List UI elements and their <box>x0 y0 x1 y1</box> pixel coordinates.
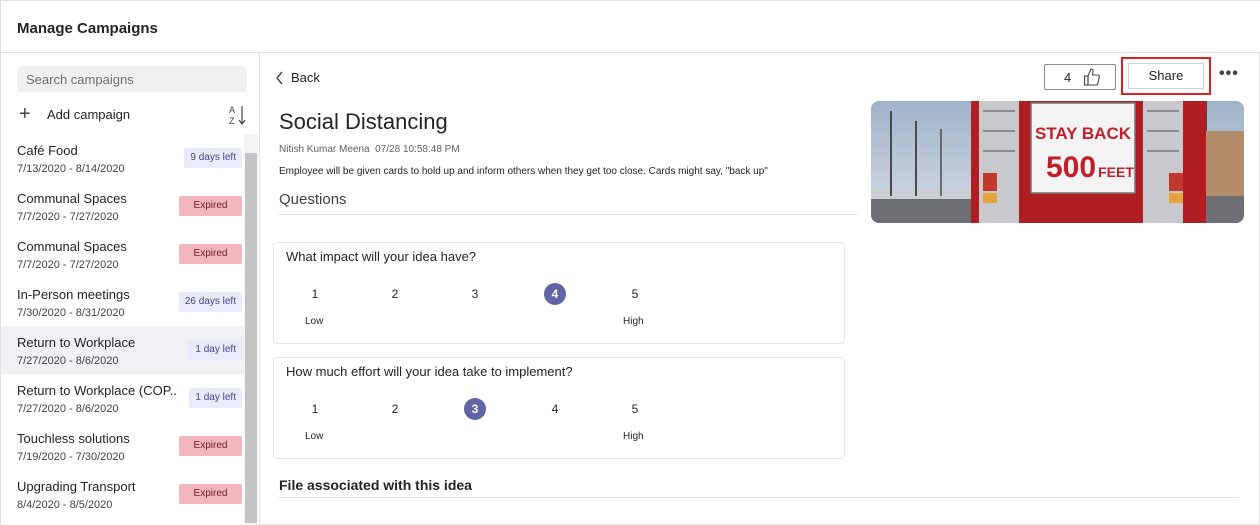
plus-icon: + <box>19 103 31 125</box>
idea-image: STAY BACK 500 FEET <box>871 101 1244 223</box>
status-badge: 26 days left <box>178 292 242 312</box>
divider <box>279 214 857 215</box>
divider <box>279 497 1239 498</box>
campaign-dates: 7/7/2020 - 7/27/2020 <box>17 211 119 223</box>
campaign-list-item[interactable]: Return to Workplace (COP... 7/27/2020 - 8… <box>1 374 244 422</box>
campaign-name: Communal Spaces <box>17 191 127 206</box>
campaign-list-item[interactable]: In-Person meetings 7/30/2020 - 8/31/2020 2… <box>1 278 244 326</box>
questions-header: Questions <box>279 191 347 208</box>
title-bar: Manage Campaigns <box>1 1 1260 53</box>
idea-title: Social Distancing <box>279 109 448 134</box>
add-campaign-label: Add campaign <box>47 107 131 122</box>
campaign-dates: 8/4/2020 - 8/5/2020 <box>17 499 113 511</box>
campaign-list-item[interactable]: Upgrading Transport 8/4/2020 - 8/5/2020 Ex… <box>1 470 244 518</box>
question-card: How much effort will your idea take to i… <box>273 357 845 459</box>
campaign-name: Upgrading Transport <box>17 479 136 494</box>
svg-text:Z: Z <box>229 116 235 126</box>
rating-option[interactable]: 3 <box>464 398 486 420</box>
idea-meta: Nitish Kumar Meena 07/28 10:58:48 PM <box>279 144 460 155</box>
add-campaign-button[interactable]: + Add campaign A Z <box>17 103 249 127</box>
status-badge: 9 days left <box>184 148 242 168</box>
status-badge: 1 day left <box>189 388 242 408</box>
sign-line-2: 500 <box>1046 151 1096 184</box>
scale-high-label: High <box>623 431 644 442</box>
idea-detail: Back 4 Share ••• Social Distancing Nitis… <box>261 53 1259 525</box>
campaign-list: Café Food 7/13/2020 - 8/14/2020 9 days lef… <box>1 134 244 518</box>
author-name: Nitish Kumar Meena <box>279 144 370 155</box>
campaign-name: Return to Workplace (COP... <box>17 383 177 398</box>
question-text: What impact will your idea have? <box>286 249 477 264</box>
campaign-dates: 7/30/2020 - 8/31/2020 <box>17 307 125 319</box>
campaign-sidebar: + Add campaign A Z Café Food 7/13/2020 - … <box>1 53 260 525</box>
rating-option[interactable]: 2 <box>384 283 406 305</box>
search-input[interactable] <box>17 66 247 92</box>
like-count: 4 <box>1064 70 1072 85</box>
file-section-header: File associated with this idea <box>279 477 472 493</box>
campaign-name: Communal Spaces <box>17 239 127 254</box>
scrollbar-thumb[interactable] <box>245 153 257 523</box>
campaign-dates: 7/13/2020 - 8/14/2020 <box>17 163 125 175</box>
like-button[interactable]: 4 <box>1044 64 1116 90</box>
campaign-list-item[interactable]: Communal Spaces 7/7/2020 - 7/27/2020 Expir… <box>1 230 244 278</box>
campaign-dates: 7/7/2020 - 7/27/2020 <box>17 259 119 271</box>
campaign-list-item[interactable]: Touchless solutions 7/19/2020 - 7/30/2020… <box>1 422 244 470</box>
share-button[interactable]: Share <box>1128 63 1204 89</box>
svg-text:A: A <box>229 105 235 115</box>
status-badge: Expired <box>179 244 242 264</box>
rating-option[interactable]: 3 <box>464 283 486 305</box>
app-window: Manage Campaigns + Add campaign A Z Café… <box>0 0 1260 525</box>
chevron-left-icon <box>276 71 283 85</box>
sort-az-icon[interactable]: A Z <box>229 104 247 126</box>
rating-option[interactable]: 2 <box>384 398 406 420</box>
sign-line-1: STAY BACK <box>1035 124 1132 143</box>
rating-option[interactable]: 5 <box>624 283 646 305</box>
sign-line-3: FEET <box>1098 164 1134 180</box>
campaign-list-item[interactable]: Return to Workplace 7/27/2020 - 8/6/2020 1… <box>1 326 244 374</box>
campaign-dates: 7/27/2020 - 8/6/2020 <box>17 403 119 415</box>
status-badge: Expired <box>179 484 242 504</box>
campaign-list-item[interactable]: Communal Spaces 7/7/2020 - 7/27/2020 Expir… <box>1 182 244 230</box>
page-title: Manage Campaigns <box>17 20 158 37</box>
status-badge: Expired <box>179 196 242 216</box>
status-badge: 1 day left <box>189 340 242 360</box>
status-badge: Expired <box>179 436 242 456</box>
question-card: What impact will your idea have? 1 2 3 4 5 Low… <box>273 242 845 344</box>
share-highlight: Share <box>1121 57 1211 95</box>
campaign-name: Café Food <box>17 143 78 158</box>
idea-timestamp: 07/28 10:58:48 PM <box>375 144 460 155</box>
campaign-dates: 7/19/2020 - 7/30/2020 <box>17 451 125 463</box>
scale-low-label: Low <box>305 431 324 442</box>
rating-option[interactable]: 1 <box>304 283 326 305</box>
question-text: How much effort will your idea take to i… <box>286 364 573 379</box>
rating-option[interactable]: 4 <box>544 398 566 420</box>
campaign-name: In-Person meetings <box>17 287 130 302</box>
rating-option[interactable]: 1 <box>304 398 326 420</box>
more-options-icon[interactable]: ••• <box>1219 65 1239 83</box>
thumbs-up-icon <box>1083 68 1100 86</box>
campaign-dates: 7/27/2020 - 8/6/2020 <box>17 355 119 367</box>
scale-high-label: High <box>623 316 644 327</box>
campaign-name: Touchless solutions <box>17 431 130 446</box>
rating-option[interactable]: 5 <box>624 398 646 420</box>
back-label: Back <box>291 70 320 85</box>
rating-option[interactable]: 4 <box>544 283 566 305</box>
idea-description: Employee will be given cards to hold up … <box>279 166 768 177</box>
campaign-list-item[interactable]: Café Food 7/13/2020 - 8/14/2020 9 days lef… <box>1 134 244 182</box>
scale-low-label: Low <box>305 316 324 327</box>
campaign-name: Return to Workplace <box>17 335 136 350</box>
